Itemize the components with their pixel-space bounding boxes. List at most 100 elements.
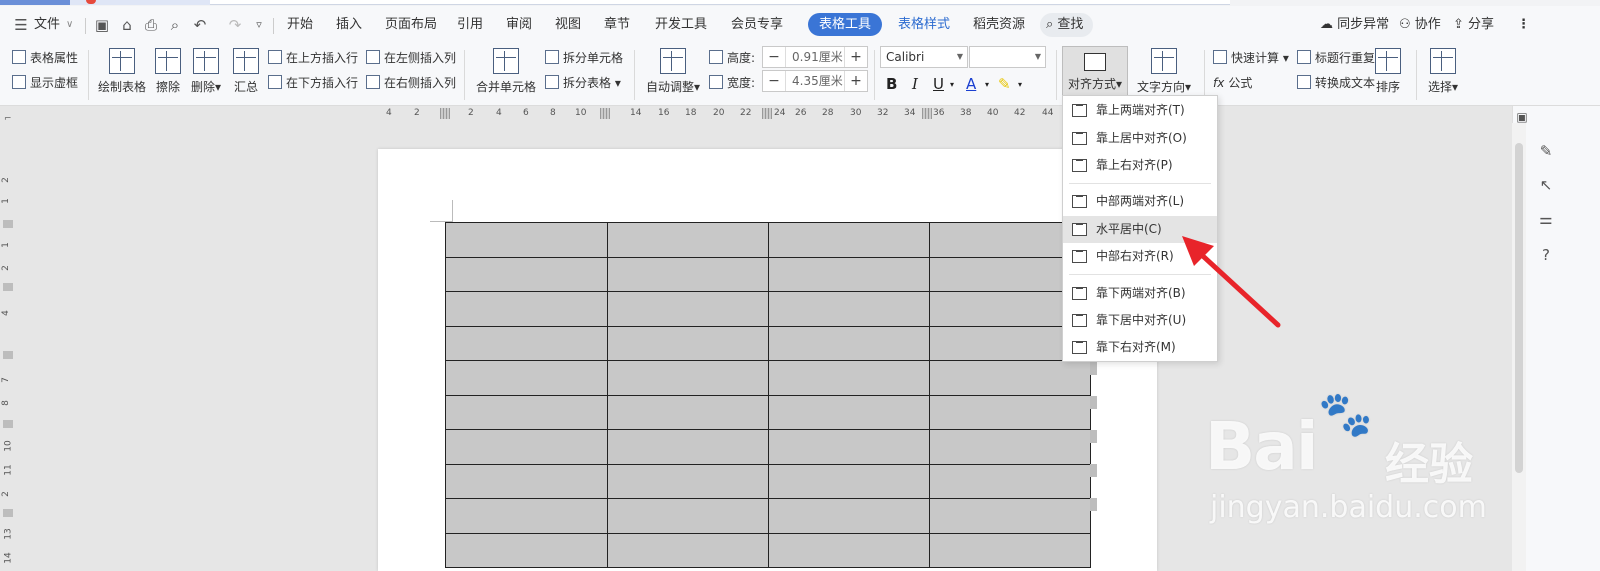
tab-review[interactable]: 审阅 — [506, 15, 532, 35]
sort-button[interactable]: 排序 — [1368, 48, 1408, 95]
table-cell[interactable] — [607, 325, 769, 361]
italic-icon[interactable]: I — [912, 75, 918, 93]
sliders-icon[interactable]: ⚌ — [1537, 210, 1555, 228]
table-cell[interactable] — [445, 429, 608, 465]
tab-member[interactable]: 会员专享 — [731, 15, 783, 35]
increase-icon[interactable]: + — [845, 47, 867, 67]
insert-col-left-button[interactable]: 在左侧插入列 — [366, 50, 456, 66]
table-cell[interactable] — [929, 394, 1091, 430]
align-button[interactable]: 对齐方式▾ — [1062, 46, 1128, 96]
formula-button[interactable]: fx 公式 — [1213, 75, 1252, 91]
tab-page-layout[interactable]: 页面布局 — [385, 15, 437, 35]
ruler-marker[interactable] — [762, 108, 772, 119]
file-menu[interactable]: 文件 — [34, 15, 60, 35]
tab-insert[interactable]: 插入 — [336, 15, 362, 35]
tab-table-tools[interactable]: 表格工具 — [808, 13, 883, 36]
row-handle[interactable] — [1090, 362, 1097, 375]
table-cell[interactable] — [445, 498, 608, 534]
sync-status[interactable]: ☁ 同步异常 — [1320, 15, 1389, 35]
more-menu-icon[interactable]: ⋮ — [1517, 15, 1530, 35]
table-cell[interactable] — [445, 532, 608, 568]
chevron-down-icon[interactable]: ∨ — [66, 15, 73, 35]
table-cell[interactable] — [607, 291, 769, 327]
row-handle[interactable] — [1090, 464, 1097, 477]
table-cell[interactable] — [445, 325, 608, 361]
table-cell[interactable] — [929, 429, 1091, 465]
show-grid-button[interactable]: 显示虚框 — [12, 75, 78, 91]
save-icon[interactable]: ▣ — [93, 16, 111, 34]
print-preview-icon[interactable]: ⌕ — [166, 16, 184, 34]
repeat-header-button[interactable]: 标题行重复 — [1297, 50, 1375, 66]
table-cell[interactable] — [768, 222, 930, 258]
table-cell[interactable] — [445, 463, 608, 499]
table-cell[interactable] — [768, 429, 930, 465]
chevron-down-icon[interactable]: ▾ — [985, 80, 989, 89]
hamburger-icon[interactable]: ☰ — [12, 16, 30, 34]
tab-home[interactable]: 开始 — [287, 15, 313, 35]
table-properties-button[interactable]: 表格属性 — [12, 50, 78, 66]
table-cell[interactable] — [768, 291, 930, 327]
share-button[interactable]: ⇪ 分享 — [1453, 15, 1494, 35]
increase-icon[interactable]: + — [845, 71, 867, 91]
row-handle[interactable] — [1090, 430, 1097, 443]
menu-item-top-right[interactable]: 靠上右对齐(P) — [1063, 152, 1217, 179]
table-cell[interactable] — [768, 394, 930, 430]
document-table[interactable] — [445, 222, 1091, 568]
table-cell[interactable] — [607, 429, 769, 465]
table-cell[interactable] — [445, 291, 608, 327]
select-button[interactable]: 选择▾ — [1420, 48, 1466, 95]
row-handle[interactable] — [1090, 396, 1097, 409]
table-cell[interactable] — [768, 256, 930, 292]
table-cell[interactable] — [929, 498, 1091, 534]
quick-calc-button[interactable]: 快速计算 ▾ — [1213, 50, 1289, 66]
split-cells-button[interactable]: 拆分单元格 — [545, 50, 623, 66]
row-resize-handles[interactable] — [1090, 362, 1098, 532]
menu-item-top-justify[interactable]: 靠上两端对齐(T) — [1063, 97, 1217, 124]
text-direction-button[interactable]: 文字方向▾ — [1132, 48, 1196, 95]
font-color-icon[interactable]: A — [966, 75, 976, 93]
tab-developer[interactable]: 开发工具 — [655, 15, 707, 35]
vertical-scrollbar[interactable] — [1512, 123, 1526, 571]
scrollbar-thumb[interactable] — [1515, 143, 1523, 473]
insert-row-below-button[interactable]: 在下方插入行 — [268, 75, 358, 91]
table-cell[interactable] — [768, 360, 930, 396]
decrease-icon[interactable]: − — [763, 71, 785, 91]
more-icon[interactable]: ▿ — [250, 16, 268, 34]
menu-item-top-center[interactable]: 靠上居中对齐(O) — [1063, 125, 1217, 152]
table-cell[interactable] — [607, 463, 769, 499]
width-stepper[interactable]: −4.35厘米 + — [762, 70, 868, 92]
table-cell[interactable] — [768, 498, 930, 534]
menu-item-bottom-right[interactable]: 靠下右对齐(M) — [1063, 334, 1217, 361]
print-icon[interactable]: ⎙ — [142, 16, 160, 34]
font-family-select[interactable]: Calibri ▼ — [880, 46, 968, 68]
undo-icon[interactable]: ↶ — [191, 16, 209, 34]
insert-col-right-button[interactable]: 在右侧插入列 — [366, 75, 456, 91]
tab-indicator[interactable] — [0, 0, 70, 5]
vertical-ruler[interactable]: 2 1 1 2 4 7 8 10 11 2 13 14 — [0, 123, 16, 571]
menu-item-middle-justify[interactable]: 中部两端对齐(L) — [1063, 188, 1217, 215]
tab-docer-resources[interactable]: 稻壳资源 — [973, 15, 1025, 35]
ruler-marker[interactable] — [600, 108, 610, 119]
table-cell[interactable] — [929, 463, 1091, 499]
decrease-icon[interactable]: − — [763, 47, 785, 67]
edit-pencil-icon[interactable]: ✎ — [1537, 142, 1555, 160]
merge-cells-button[interactable]: 合并单元格 — [474, 48, 538, 95]
row-handle[interactable] — [1090, 498, 1097, 511]
table-cell[interactable] — [607, 532, 769, 568]
ruler-marker[interactable] — [440, 108, 450, 119]
chevron-down-icon[interactable]: ▾ — [950, 80, 954, 89]
tab-view[interactable]: 视图 — [555, 15, 581, 35]
width-value[interactable]: 4.35厘米 — [785, 71, 845, 91]
redo-icon[interactable]: ↷ — [226, 16, 244, 34]
table-cell[interactable] — [445, 256, 608, 292]
table-cell[interactable] — [768, 325, 930, 361]
ruler-marker[interactable] — [922, 108, 932, 119]
tab-chapter[interactable]: 章节 — [604, 15, 630, 35]
auto-adjust-button[interactable]: 自动调整▾ — [640, 48, 706, 95]
table-cell[interactable] — [445, 394, 608, 430]
search-button[interactable]: ⌕ 查找 — [1040, 13, 1094, 37]
height-value[interactable]: 0.91厘米 — [785, 47, 845, 67]
help-icon[interactable]: ? — [1537, 246, 1555, 264]
cursor-arrow-icon[interactable]: ↖ — [1537, 176, 1555, 194]
table-cell[interactable] — [768, 463, 930, 499]
